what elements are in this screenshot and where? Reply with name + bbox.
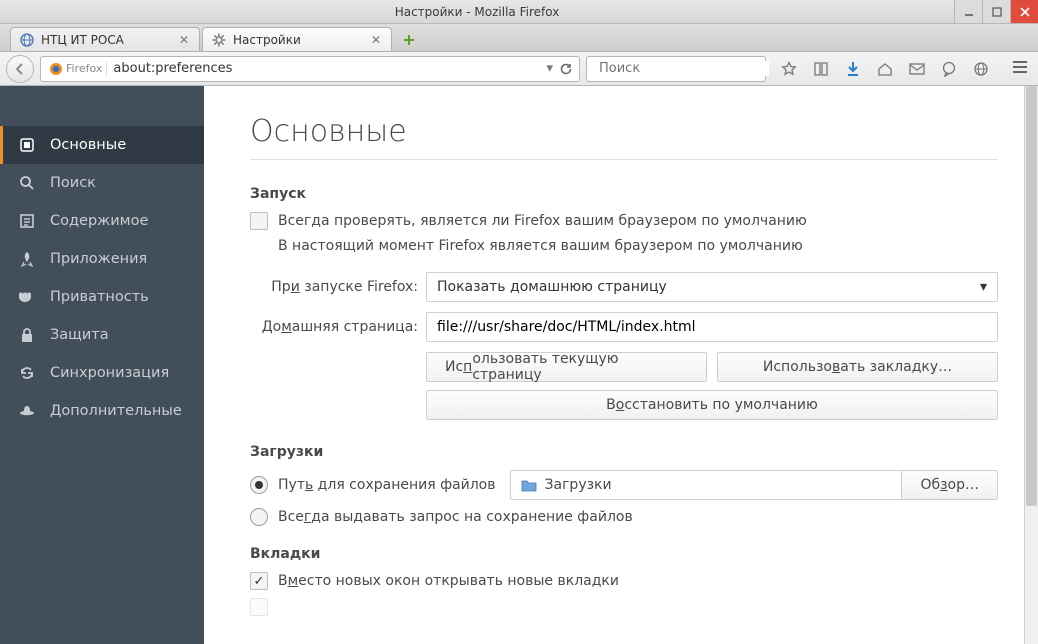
identity-box[interactable]: Firefox	[45, 62, 107, 76]
vertical-scrollbar[interactable]	[1024, 86, 1038, 644]
chevron-down-icon: ▾	[980, 279, 987, 295]
sidebar-item-label: Приватность	[50, 289, 149, 305]
new-windows-tabs-label: Вместо новых окон открывать новые вкладк…	[278, 573, 619, 589]
firefox-icon	[49, 62, 63, 76]
globe-icon	[19, 32, 35, 48]
dropdown-icon[interactable]: ▾	[546, 61, 553, 76]
back-button[interactable]	[6, 55, 34, 83]
sync-icon	[18, 364, 36, 382]
on-start-select[interactable]: Показать домашнюю страницу ▾	[426, 272, 998, 302]
sidebar-item-advanced[interactable]: Дополнительные	[0, 392, 204, 430]
homepage-input[interactable]	[426, 312, 998, 342]
save-to-label: Путь для сохранения файлов	[278, 477, 496, 493]
chat-icon[interactable]	[940, 60, 958, 78]
save-to-radio[interactable]	[250, 476, 268, 494]
sidebar-item-label: Синхронизация	[50, 365, 169, 381]
homepage-buttons-row-1: Использовать текущую страницу Использова…	[426, 352, 998, 382]
window-title: Настройки - Mozilla Firefox	[0, 5, 954, 19]
always-ask-label: Всегда выдавать запрос на сохранение фай…	[278, 509, 633, 525]
preferences-sidebar: Основные Поиск Содержимое Приложения При…	[0, 86, 204, 644]
window-maximize-button[interactable]	[982, 0, 1010, 23]
sidebar-item-applications[interactable]: Приложения	[0, 240, 204, 278]
reading-list-icon[interactable]	[812, 60, 830, 78]
tab-strip: НТЦ ИТ РОСА ✕ Настройки ✕	[0, 24, 1038, 52]
url-bar-end: ▾	[546, 61, 575, 76]
bookmark-star-icon[interactable]	[780, 60, 798, 78]
gear-icon	[211, 32, 227, 48]
sidebar-item-general[interactable]: Основные	[0, 126, 204, 164]
homepage-buttons-row-2: Восстановить по умолчанию	[426, 390, 998, 420]
new-tab-button[interactable]	[398, 29, 420, 51]
check-default-row: Всегда проверять, является ли Firefox ва…	[250, 212, 998, 230]
folder-icon	[521, 478, 537, 492]
content-icon	[18, 212, 36, 230]
menu-button[interactable]	[1012, 60, 1028, 78]
downloads-folder-field[interactable]: Загрузки	[510, 470, 902, 500]
use-current-page-button[interactable]: Использовать текущую страницу	[426, 352, 707, 382]
window-controls	[954, 0, 1038, 23]
cut-off-row	[250, 598, 998, 616]
rocket-icon	[18, 250, 36, 268]
sidebar-item-label: Поиск	[50, 175, 96, 191]
window-minimize-button[interactable]	[954, 0, 982, 23]
default-status-text: В настоящий момент Firefox является ваши…	[278, 238, 998, 254]
tab-ntc-it-rosa[interactable]: НТЦ ИТ РОСА ✕	[10, 27, 200, 51]
new-windows-tabs-checkbox[interactable]	[250, 572, 268, 590]
on-start-row: При запуске Firefox: Показать домашнюю с…	[250, 272, 998, 302]
save-to-row: Путь для сохранения файлов Загрузки Обзо…	[250, 470, 998, 500]
toolbar-buttons	[780, 60, 990, 78]
tab-close-button[interactable]: ✕	[177, 33, 191, 47]
check-default-checkbox[interactable]	[250, 212, 268, 230]
home-icon[interactable]	[876, 60, 894, 78]
sidebar-item-label: Приложения	[50, 251, 147, 267]
on-start-label: При запуске Firefox:	[250, 279, 418, 295]
search-input[interactable]	[599, 61, 769, 76]
browse-button[interactable]: Обзор…	[901, 470, 998, 500]
section-startup-heading: Запуск	[250, 186, 998, 202]
always-ask-row: Всегда выдавать запрос на сохранение фай…	[250, 508, 998, 526]
sidebar-item-security[interactable]: Защита	[0, 316, 204, 354]
homepage-label: Домашняя страница:	[250, 319, 418, 335]
tab-label: НТЦ ИТ РОСА	[41, 33, 124, 47]
restore-default-button[interactable]: Восстановить по умолчанию	[426, 390, 998, 420]
mail-icon[interactable]	[908, 60, 926, 78]
page-title: Основные	[250, 114, 998, 160]
new-windows-tabs-row: Вместо новых окон открывать новые вкладк…	[250, 572, 998, 590]
window-titlebar: Настройки - Mozilla Firefox	[0, 0, 1038, 24]
downloads-icon[interactable]	[844, 60, 862, 78]
sidebar-item-label: Содержимое	[50, 213, 148, 229]
sidebar-item-search[interactable]: Поиск	[0, 164, 204, 202]
lock-icon	[18, 326, 36, 344]
check-default-label: Всегда проверять, является ли Firefox ва…	[278, 213, 807, 229]
sidebar-item-sync[interactable]: Синхронизация	[0, 354, 204, 392]
sidebar-item-label: Основные	[50, 137, 126, 153]
mask-icon	[18, 288, 36, 306]
scrollbar-thumb[interactable]	[1026, 86, 1037, 506]
preferences-main: Основные Запуск Всегда проверять, являет…	[204, 86, 1038, 644]
use-bookmark-button[interactable]: Использовать закладку…	[717, 352, 998, 382]
search-bar[interactable]	[586, 56, 766, 82]
reload-icon[interactable]	[559, 62, 573, 76]
navigation-toolbar: Firefox ▾	[0, 52, 1038, 86]
sidebar-item-label: Защита	[50, 327, 109, 343]
section-downloads-heading: Загрузки	[250, 444, 998, 460]
general-icon	[18, 136, 36, 154]
section-tabs-heading: Вкладки	[250, 546, 998, 562]
sidebar-item-privacy[interactable]: Приватность	[0, 278, 204, 316]
url-input[interactable]	[107, 61, 546, 76]
content-area: Основные Поиск Содержимое Приложения При…	[0, 86, 1038, 644]
sidebar-item-label: Дополнительные	[50, 403, 182, 419]
sidebar-item-content[interactable]: Содержимое	[0, 202, 204, 240]
web-icon[interactable]	[972, 60, 990, 78]
search-icon	[18, 174, 36, 192]
window-close-button[interactable]	[1010, 0, 1038, 23]
always-ask-radio[interactable]	[250, 508, 268, 526]
hat-icon	[18, 402, 36, 420]
tab-close-button[interactable]: ✕	[369, 33, 383, 47]
tab-label: Настройки	[233, 33, 301, 47]
homepage-row: Домашняя страница:	[250, 312, 998, 342]
tab-preferences[interactable]: Настройки ✕	[202, 27, 392, 51]
cut-off-checkbox[interactable]	[250, 598, 268, 616]
url-bar[interactable]: Firefox ▾	[40, 56, 580, 82]
